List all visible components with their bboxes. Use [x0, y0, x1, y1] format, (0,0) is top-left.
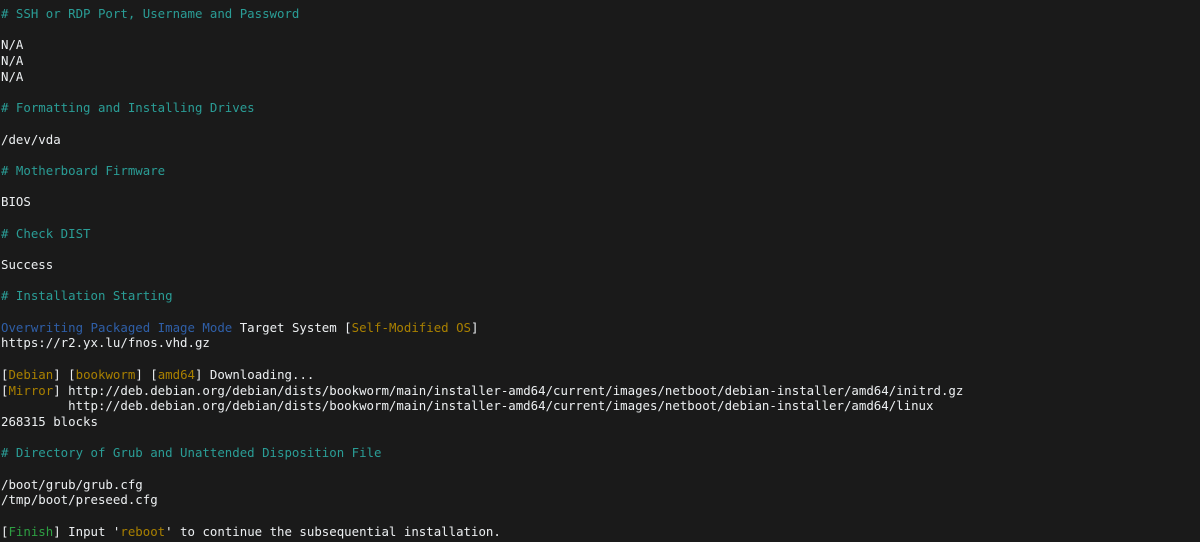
- terminal-span: ] [: [135, 366, 158, 382]
- terminal-span: [: [344, 319, 352, 335]
- terminal-text-line: /dev/vda: [1, 131, 61, 147]
- terminal-text-line: /boot/grub/grub.cfg: [1, 476, 143, 492]
- terminal-text-line: https://r2.yx.lu/fnos.vhd.gz: [1, 335, 210, 351]
- terminal-span: reboot: [120, 523, 166, 539]
- terminal-span: ] Input ': [53, 523, 121, 539]
- terminal-span: Finish: [8, 523, 54, 539]
- terminal-span: amd64: [157, 366, 196, 382]
- terminal-span: Self-Modified OS: [351, 319, 471, 335]
- terminal-span: Debian: [8, 366, 54, 382]
- terminal-comment-line: # Motherboard Firmware: [1, 162, 166, 178]
- terminal-text-line: N/A: [1, 68, 24, 84]
- terminal-comment-line: # SSH or RDP Port, Username and Password: [1, 6, 300, 21]
- terminal-span: ] http://deb.debian.org/debian/dists/boo…: [53, 382, 964, 398]
- terminal-span: Target System: [232, 319, 345, 335]
- terminal-text-line: N/A: [1, 37, 24, 53]
- mirror-initrd-line: [Mirror] http://deb.debian.org/debian/di…: [0, 383, 1200, 399]
- terminal-text-line: Success: [1, 257, 54, 272]
- terminal-span: ]: [471, 319, 479, 335]
- overwrite-mode-line: Overwriting Packaged Image Mode Target S…: [0, 320, 1200, 336]
- terminal-span: ' to continue the subsequential installa…: [165, 523, 501, 539]
- terminal-span: ] Downloading...: [195, 366, 315, 382]
- terminal-span: ] [: [53, 366, 76, 382]
- terminal-text-line: http://deb.debian.org/debian/dists/bookw…: [1, 398, 934, 414]
- terminal-comment-line: # Check DIST: [1, 225, 91, 241]
- terminal-text-line: BIOS: [1, 194, 31, 210]
- terminal-span: Overwriting Packaged Image Mode: [1, 319, 233, 335]
- terminal-text-line: 268315 blocks: [1, 413, 98, 429]
- terminal-text-line: N/A: [1, 53, 24, 69]
- terminal-span: Mirror: [8, 382, 54, 398]
- finish-line: [Finish] Input 'reboot' to continue the …: [0, 524, 1200, 540]
- terminal-text-line: /tmp/boot/preseed.cfg: [1, 492, 158, 508]
- terminal-output[interactable]: # SSH or RDP Port, Username and Password…: [0, 0, 1200, 539]
- terminal-comment-line: # Installation Starting: [1, 288, 173, 304]
- terminal-span: bookworm: [75, 366, 136, 382]
- terminal-comment-line: # Directory of Grub and Unattended Dispo…: [1, 445, 382, 461]
- debian-download-line: [Debian] [bookworm] [amd64] Downloading.…: [0, 367, 1200, 383]
- terminal-comment-line: # Formatting and Installing Drives: [1, 100, 255, 116]
